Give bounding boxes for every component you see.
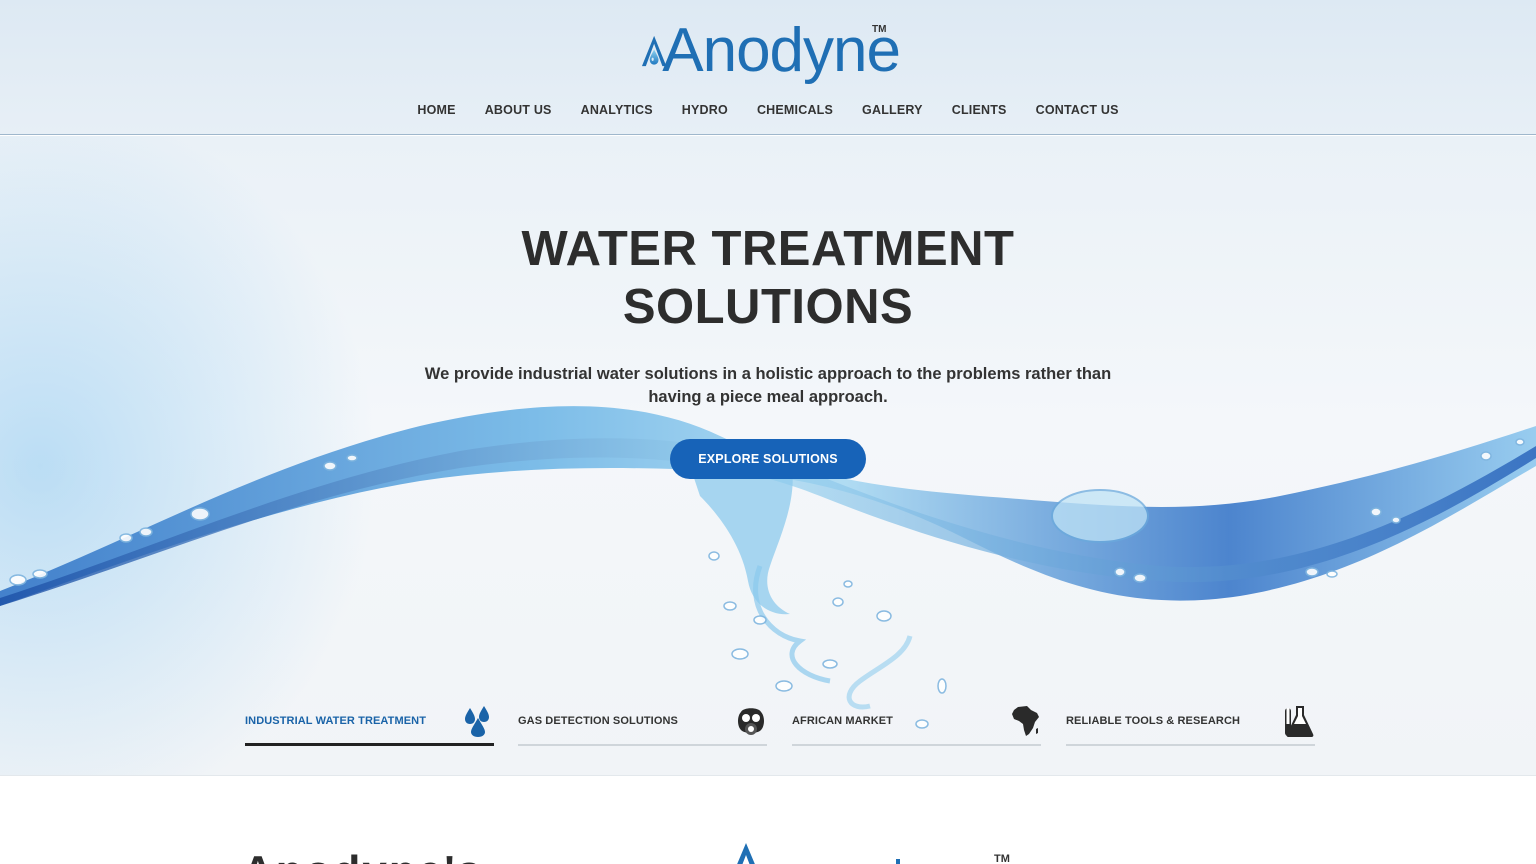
tab-label: AFRICAN MARKET [792,715,894,727]
hero-title-line-2: SOLUTIONS [622,280,914,334]
nav-item-contact-us[interactable]: CONTACT US [1021,100,1133,120]
gas-mask-icon [738,708,764,735]
nav-item-chemicals[interactable]: CHEMICALS [742,100,847,120]
hero-title-line-1: WATER TREATMENT [521,222,1015,276]
explore-solutions-button[interactable]: EXPLORE SOLUTIONS [670,439,866,479]
tab-label: GAS DETECTION SOLUTIONS [518,715,678,727]
tab-label: RELIABLE TOOLS & RESEARCH [1066,715,1241,727]
lab-flask-icon [1285,706,1314,737]
about-logo-trademark: TM [994,853,1010,864]
tab-gas-detection-solutions[interactable]: GAS DETECTION SOLUTIONS [518,704,767,746]
hero-subtitle: We provide industrial water solutions in… [388,363,1148,409]
tab-label: INDUSTRIAL WATER TREATMENT [245,715,427,727]
site-header: Anodyne TM HOME ABOUT US ANALYTICS HYDRO… [0,0,1536,135]
africa-map-icon [1012,706,1039,736]
nav-item-about-us[interactable]: ABOUT US [470,100,566,120]
tab-reliable-tools-research[interactable]: RELIABLE TOOLS & RESEARCH [1066,704,1315,746]
hero-subtitle-line-1: We provide industrial water solutions in… [424,365,1112,383]
tab-industrial-water-treatment[interactable]: INDUSTRIAL WATER TREATMENT [245,704,494,746]
logo-wordmark: Anodyne [662,16,901,85]
nav-item-hydro[interactable]: HYDRO [667,100,742,120]
nav-item-clients[interactable]: CLIENTS [937,100,1021,120]
nav-item-gallery[interactable]: GALLERY [848,100,938,120]
hero-title: WATER TREATMENT SOLUTIONS [368,220,1168,336]
nav-item-home[interactable]: HOME [403,100,470,120]
solutions-tabs: INDUSTRIAL WATER TREATMENT GAS DETECTION… [245,704,1315,746]
hero-section: WATER TREATMENT SOLUTIONS We provide ind… [0,136,1536,776]
about-logo-icon [737,843,900,864]
brand-logo[interactable]: Anodyne TM [640,10,901,85]
about-heading: Anodyne's [242,847,483,864]
tab-african-market[interactable]: AFRICAN MARKET [792,704,1041,746]
logo-trademark: TM [872,24,887,35]
water-drops-icon [465,706,489,737]
about-section: Anodyne's TM [0,777,1536,864]
main-nav: HOME ABOUT US ANALYTICS HYDRO CHEMICALS … [0,100,1536,120]
nav-item-analytics[interactable]: ANALYTICS [566,100,667,120]
hero-subtitle-line-2: having a piece meal approach. [648,388,888,406]
